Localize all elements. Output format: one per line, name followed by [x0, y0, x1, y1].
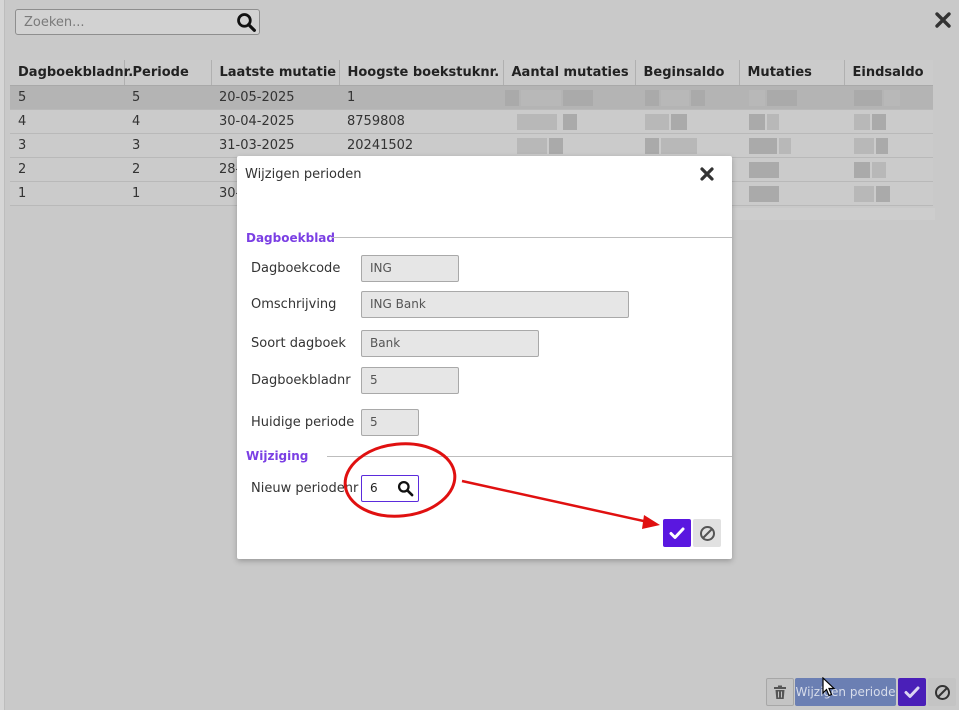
- blurred-cell: [844, 181, 933, 206]
- blurred-cell: [739, 133, 844, 158]
- blurred-cell: [635, 85, 739, 110]
- column-header-periode[interactable]: Periode: [123, 60, 211, 86]
- close-icon[interactable]: [699, 166, 715, 182]
- dagboekbladnr-field: 5: [361, 367, 459, 394]
- confirm-button[interactable]: [663, 519, 691, 547]
- cell-periode: 2: [124, 157, 211, 182]
- cell-dagboekbladnr: 4: [10, 109, 124, 134]
- cell-dagboekbladnr: 2: [10, 157, 124, 182]
- search-box: [15, 9, 260, 35]
- blurred-cell: [635, 133, 739, 158]
- cell-dagboekbladnr: 1: [10, 181, 124, 206]
- check-icon: [669, 527, 685, 539]
- close-icon[interactable]: [934, 11, 952, 29]
- cell-periode: 4: [124, 109, 211, 134]
- blurred-cell: [739, 181, 844, 206]
- ban-icon: [934, 684, 950, 700]
- table-row[interactable]: 5 5 20-05-2025 1: [10, 85, 933, 110]
- soort-dagboek-field: Bank: [361, 330, 539, 357]
- column-header-dagboekbladnr[interactable]: Dagboekbladnr.: [10, 60, 133, 86]
- cell-laatste-mutatie: 20-05-2025: [211, 85, 339, 110]
- search-input[interactable]: [16, 10, 231, 34]
- search-icon[interactable]: [236, 12, 257, 33]
- dialog-title: Wijzigen perioden: [245, 167, 362, 182]
- label-soort-dagboek: Soort dagboek: [251, 336, 346, 351]
- blurred-cell: [503, 133, 635, 158]
- trash-icon: [774, 685, 786, 699]
- blurred-cell: [739, 157, 844, 182]
- section-divider: [332, 237, 732, 238]
- wijzigen-periode-button[interactable]: Wijzigen periode: [795, 678, 896, 706]
- label-omschrijving: Omschrijving: [251, 297, 337, 312]
- cell-laatste-mutatie: 30-04-2025: [211, 109, 339, 134]
- cell-laatste-mutatie: 31-03-2025: [211, 133, 339, 158]
- label-dagboekbladnr: Dagboekbladnr: [251, 373, 351, 388]
- section-dagboekblad: Dagboekblad: [246, 231, 335, 245]
- blurred-cell: [503, 85, 635, 110]
- nieuw-periodenr-input[interactable]: 6: [361, 475, 419, 502]
- cell-dagboekbladnr: 5: [10, 85, 124, 110]
- column-header-eindsaldo[interactable]: Eindsaldo: [843, 60, 933, 86]
- check-icon: [904, 686, 920, 698]
- blurred-cell: [503, 109, 635, 134]
- cell-periode: 5: [124, 85, 211, 110]
- column-header-beginsaldo[interactable]: Beginsaldo: [634, 60, 739, 86]
- cell-periode: 1: [124, 181, 211, 206]
- column-header-hoogste-boekstuknr[interactable]: Hoogste boekstuknr.: [338, 60, 503, 86]
- section-wijziging: Wijziging: [246, 449, 309, 463]
- table-row[interactable]: 4 4 30-04-2025 8759808: [10, 109, 933, 134]
- blurred-cell: [844, 85, 933, 110]
- label-dagboekcode: Dagboekcode: [251, 261, 341, 276]
- table-row[interactable]: 3 3 31-03-2025 20241502: [10, 133, 933, 158]
- ban-icon: [699, 525, 715, 541]
- cell-periode: 3: [124, 133, 211, 158]
- dagboekcode-field: ING: [361, 255, 459, 282]
- omschrijving-field: ING Bank: [361, 291, 629, 318]
- mouse-cursor-icon: [822, 677, 836, 697]
- background-app-edge: [0, 0, 5, 710]
- section-divider: [327, 456, 732, 457]
- column-header-laatste-mutatie[interactable]: Laatste mutatie: [210, 60, 339, 86]
- column-header-aantal-mutaties[interactable]: Aantal mutaties: [502, 60, 635, 86]
- blurred-cell: [844, 157, 933, 182]
- blurred-cell: [844, 109, 933, 134]
- wijzigen-perioden-dialog: Wijzigen perioden Dagboekblad Dagboekcod…: [237, 156, 732, 559]
- huidige-periode-field: 5: [361, 409, 419, 436]
- cell-dagboekbladnr: 3: [10, 133, 124, 158]
- blurred-cell: [739, 85, 844, 110]
- confirm-button[interactable]: [898, 678, 926, 706]
- delete-button[interactable]: [766, 678, 794, 706]
- blurred-cell: [739, 109, 844, 134]
- table-header-row: Dagboekbladnr. Periode Laatste mutatie H…: [10, 60, 933, 86]
- cancel-button[interactable]: [928, 678, 956, 706]
- blurred-cell: [635, 109, 739, 134]
- search-icon[interactable]: [397, 480, 414, 497]
- blurred-cell: [844, 133, 933, 158]
- column-header-mutaties[interactable]: Mutaties: [738, 60, 844, 86]
- label-huidige-periode: Huidige periode: [251, 415, 355, 430]
- label-nieuw-periodenr: Nieuw periodenr: [251, 481, 359, 496]
- cell-hoogste-boekstuknr: 1: [339, 85, 503, 110]
- nieuw-periodenr-value: 6: [370, 481, 378, 495]
- cancel-button[interactable]: [693, 519, 721, 547]
- cell-hoogste-boekstuknr: 8759808: [339, 109, 503, 134]
- cell-hoogste-boekstuknr: 20241502: [339, 133, 503, 158]
